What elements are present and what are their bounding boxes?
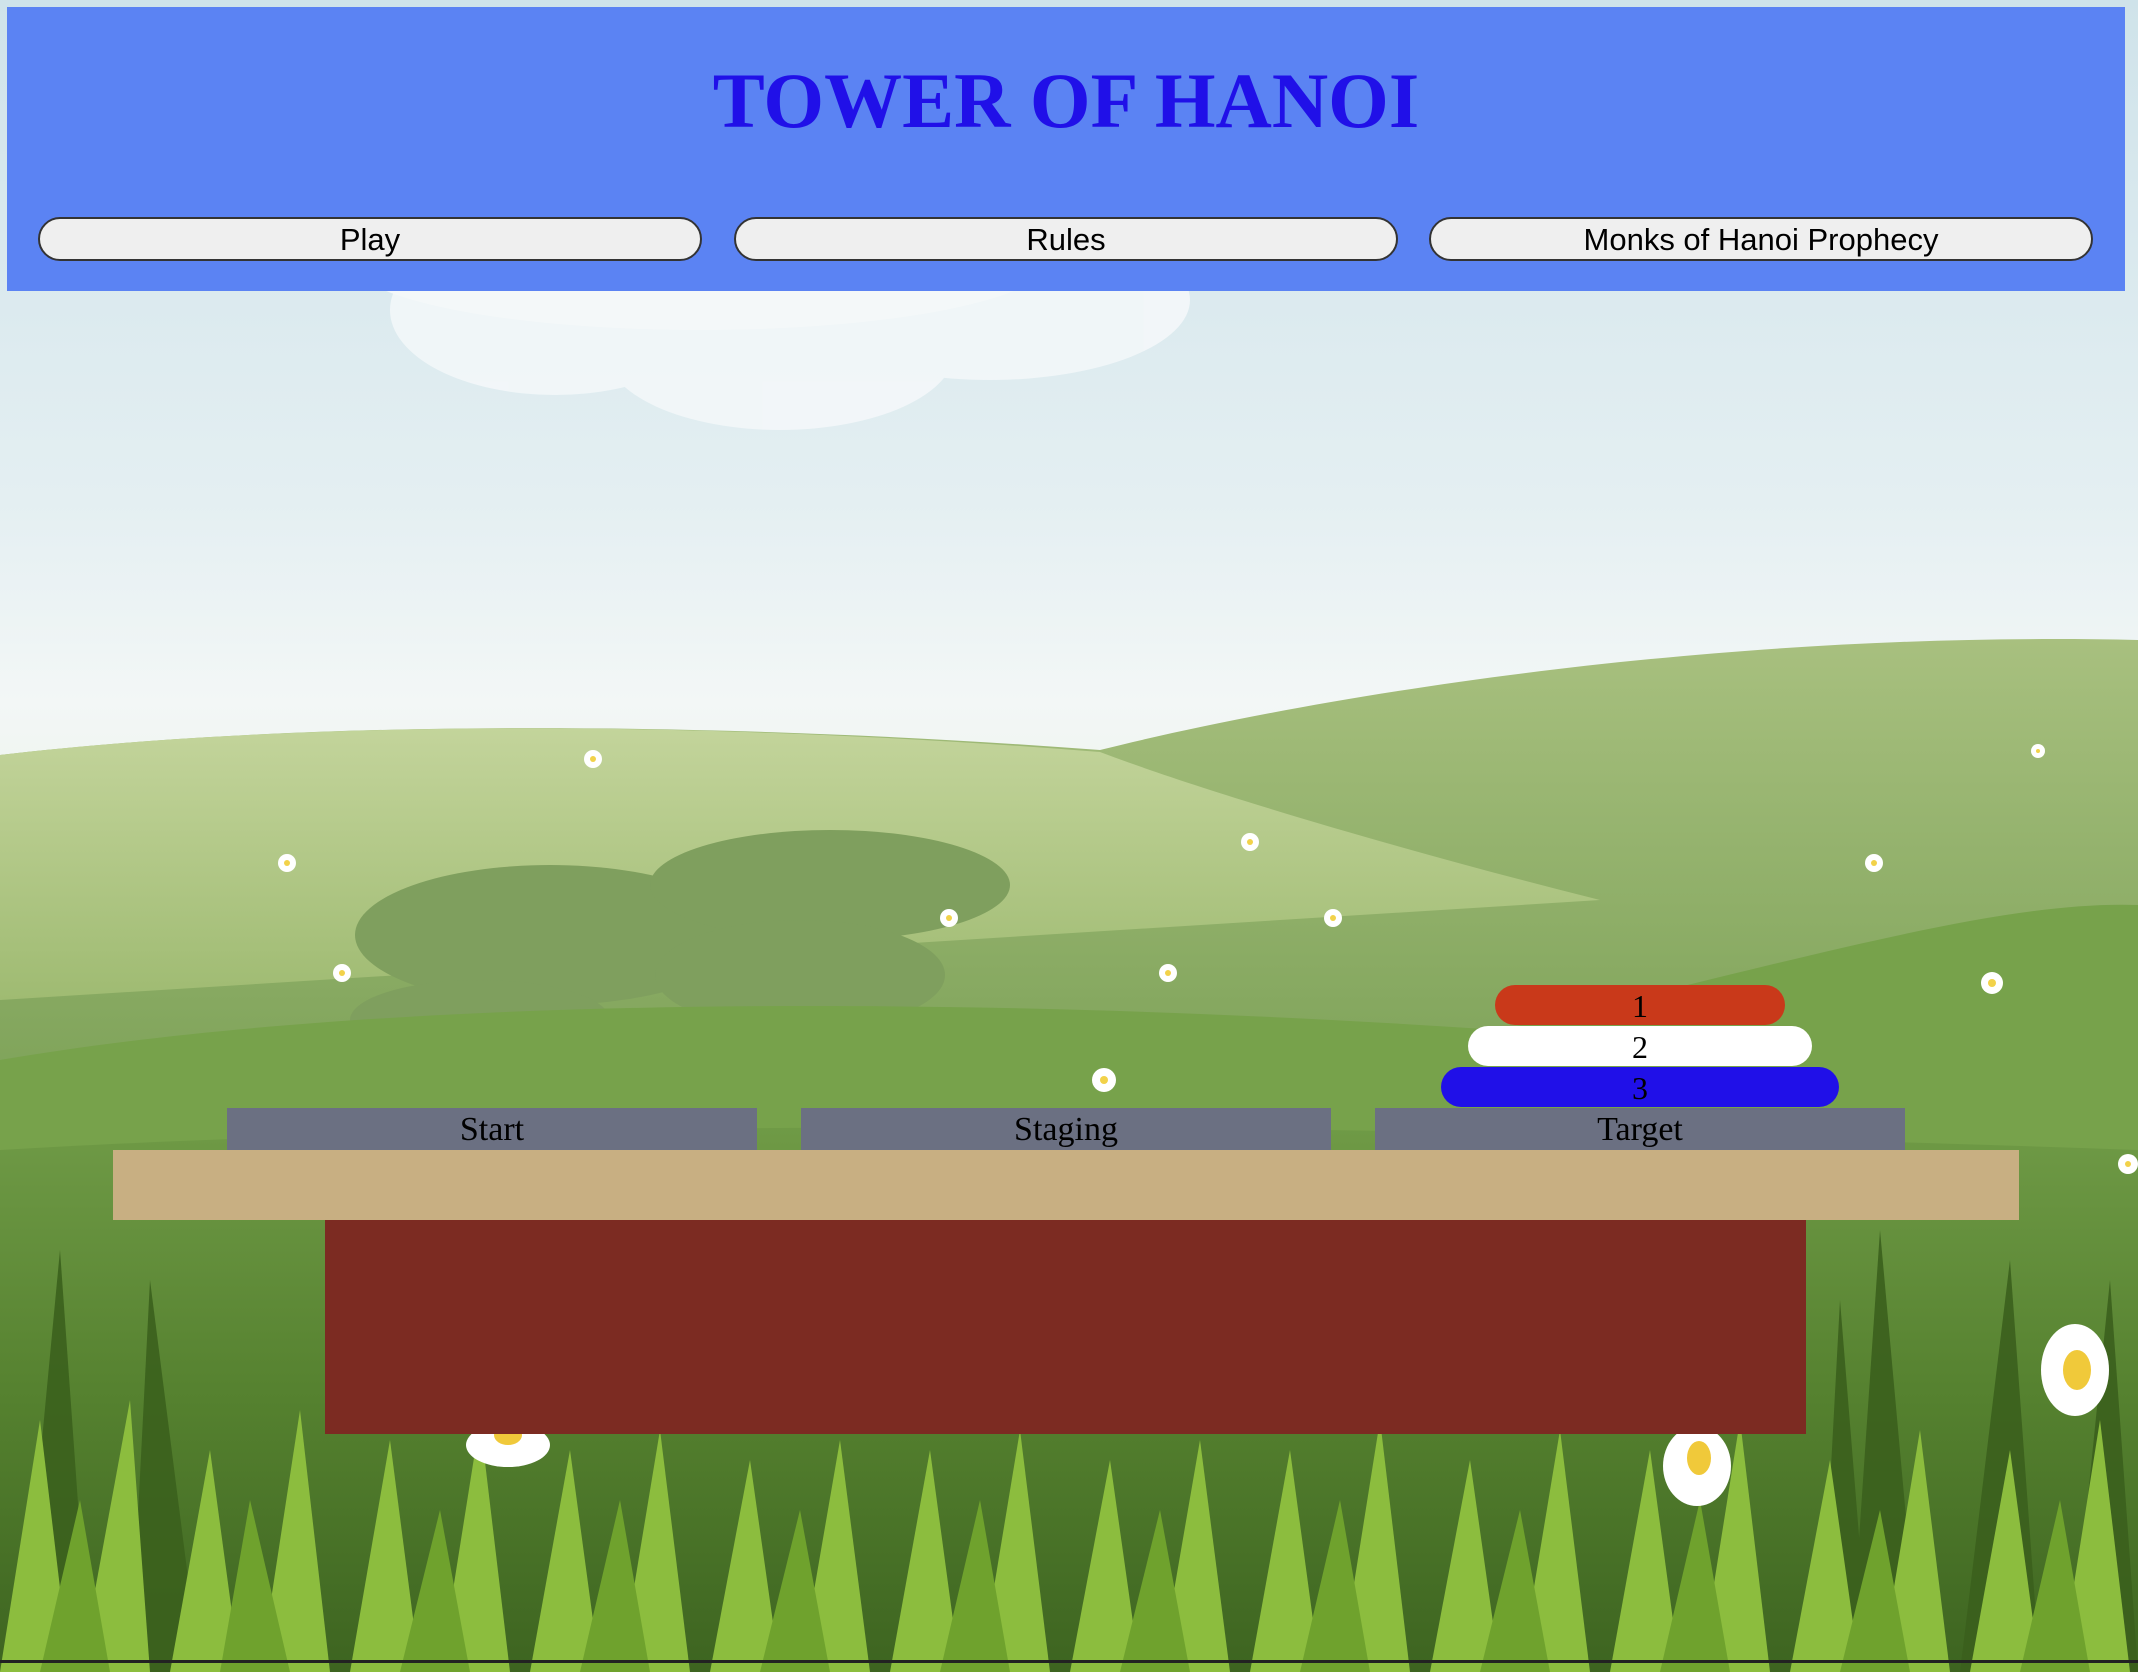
disk-1[interactable]: 1 bbox=[1495, 985, 1785, 1025]
header-bar: TOWER OF HANOI Play Rules Monks of Hanoi… bbox=[7, 7, 2125, 291]
play-button[interactable]: Play bbox=[38, 217, 702, 261]
tower-start[interactable]: Start bbox=[227, 1108, 757, 1150]
prophecy-button[interactable]: Monks of Hanoi Prophecy bbox=[1429, 217, 2093, 261]
disk-3[interactable]: 3 bbox=[1441, 1067, 1839, 1107]
table-top bbox=[113, 1150, 2019, 1220]
page-title: TOWER OF HANOI bbox=[712, 57, 1420, 144]
tower-target[interactable]: Target bbox=[1375, 1108, 1905, 1150]
tower-staging[interactable]: Staging bbox=[801, 1108, 1331, 1150]
disk-2[interactable]: 2 bbox=[1468, 1026, 1812, 1066]
game-stage: TOWER OF HANOI Play Rules Monks of Hanoi… bbox=[0, 0, 2138, 1672]
table-base bbox=[325, 1220, 1806, 1434]
rules-button[interactable]: Rules bbox=[734, 217, 1398, 261]
footer-divider bbox=[0, 1660, 2138, 1663]
